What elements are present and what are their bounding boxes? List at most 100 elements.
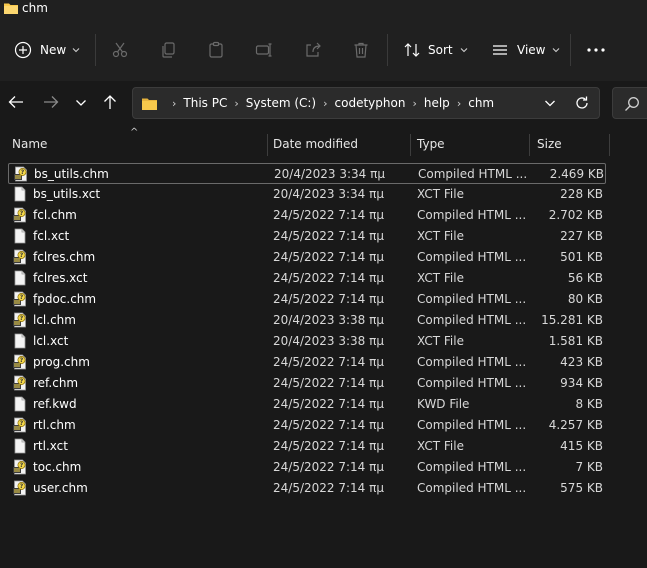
column-header-name[interactable]: Name [8,129,268,159]
file-row[interactable]: ? user.chm 24/5/2022 7:14 πμ Compiled HTML … [8,478,606,499]
file-name: fpdoc.chm [33,292,97,306]
rename-button[interactable] [255,38,273,62]
chevron-right-icon: › [412,96,417,110]
file-row[interactable]: lcl.xct 20/4/2023 3:38 πμ XCT File 1.581 KB [8,331,606,352]
file-row[interactable]: fcl.xct 24/5/2022 7:14 πμ XCT File 227 KB [8,226,606,247]
file-type: XCT File [417,187,464,201]
column-header-size[interactable]: Size [533,129,609,159]
recent-locations-button[interactable] [71,93,91,113]
file-date-modified: 20/4/2023 3:38 πμ [273,313,384,327]
file-size: 575 KB [560,481,603,495]
file-size: 15.281 KB [541,313,603,327]
file-size: 7 KB [575,460,603,474]
column-divider[interactable] [529,134,530,156]
file-row[interactable]: rtl.xct 24/5/2022 7:14 πμ XCT File 415 KB [8,436,606,457]
chm-file-icon: ? [12,312,28,328]
toolbar-separator [570,34,571,66]
svg-text:?: ? [20,315,24,322]
column-divider[interactable] [609,134,610,156]
file-row[interactable]: ? fclres.chm 24/5/2022 7:14 πμ Compiled HTM… [8,247,606,268]
cut-button[interactable] [111,38,129,62]
up-button[interactable] [100,93,120,113]
file-date-modified: 24/5/2022 7:14 πμ [273,271,384,285]
breadcrumb-chm[interactable]: chm [468,96,494,110]
new-button[interactable]: New [14,38,80,62]
svg-text:?: ? [20,294,24,301]
chm-file-icon: ? [12,207,28,223]
clipboard-icon [207,41,225,59]
file-type: Compiled HTML ... [417,418,527,432]
file-row[interactable]: ? rtl.chm 24/5/2022 7:14 πμ Compiled HTML .… [8,415,606,436]
file-row[interactable]: ? fpdoc.chm 24/5/2022 7:14 πμ Compiled HTML… [8,289,606,310]
search-box[interactable] [612,87,647,119]
chm-file-icon: ? [12,354,28,370]
svg-text:?: ? [20,357,24,364]
generic-file-icon [12,396,28,412]
file-date-modified: 20/4/2023 3:34 πμ [274,167,385,181]
file-type: Compiled HTML ... [417,481,527,495]
generic-file-icon [12,270,28,286]
back-button[interactable] [6,93,26,113]
file-name: lcl.xct [33,334,69,348]
forward-button[interactable] [41,93,61,113]
file-name: prog.chm [33,355,90,369]
breadcrumb-this-pc[interactable]: This PC [183,96,227,110]
file-name: ref.chm [33,376,79,390]
share-button[interactable] [304,38,322,62]
view-button[interactable]: View [491,38,560,62]
file-type: Compiled HTML ... [417,376,527,390]
file-type: XCT File [417,334,464,348]
refresh-icon[interactable] [573,94,591,115]
window-title: chm [22,1,48,15]
file-row[interactable]: ? prog.chm 24/5/2022 7:14 πμ Compiled HTML … [8,352,606,373]
trash-icon [352,41,370,59]
chevron-down-icon [552,47,560,53]
file-row[interactable]: ? toc.chm 24/5/2022 7:14 πμ Compiled HTML .… [8,457,606,478]
file-row[interactable]: ? ref.chm 24/5/2022 7:14 πμ Compiled HTML .… [8,373,606,394]
breadcrumb-codetyphon[interactable]: codetyphon [335,96,406,110]
folder-icon [3,1,19,18]
column-divider[interactable] [267,134,268,156]
sort-button[interactable]: Sort [403,38,468,62]
address-bar[interactable]: › This PC › System (C:) › codetyphon › h… [132,87,600,119]
copy-button[interactable] [160,38,178,62]
file-type: XCT File [417,229,464,243]
more-dots-icon [586,47,606,53]
file-size: 4.257 KB [548,418,603,432]
file-size: 56 KB [567,271,603,285]
new-button-label: New [40,43,67,57]
column-header-date[interactable]: Date modified [269,129,411,159]
column-divider[interactable] [410,134,411,156]
address-history-dropdown[interactable] [541,94,559,115]
file-row[interactable]: fclres.xct 24/5/2022 7:14 πμ XCT File 56 KB [8,268,606,289]
file-size: 1.581 KB [548,334,603,348]
file-date-modified: 24/5/2022 7:14 πμ [273,439,384,453]
file-type: XCT File [417,439,464,453]
generic-file-icon [12,333,28,349]
file-row[interactable]: bs_utils.xct 20/4/2023 3:34 πμ XCT File 228… [8,184,606,205]
file-row[interactable]: ? bs_utils.chm 20/4/2023 3:34 πμ Compiled H… [8,163,606,184]
file-date-modified: 24/5/2022 7:14 πμ [273,418,384,432]
breadcrumb-system-drive[interactable]: System (C:) [246,96,316,110]
scissors-icon [111,41,129,59]
delete-button[interactable] [352,38,370,62]
view-button-label: View [517,43,546,57]
paste-button[interactable] [207,38,225,62]
sort-icon [403,41,421,59]
file-size: 2.469 KB [549,167,604,181]
column-header-row: ^ Name Date modified Type Size [0,127,647,159]
chm-file-icon: ? [12,417,28,433]
file-row[interactable]: ? fcl.chm 24/5/2022 7:14 πμ Compiled HTML .… [8,205,606,226]
folder-icon [141,97,158,114]
title-bar: chm [0,0,647,18]
more-options-button[interactable] [586,38,606,62]
file-type: Compiled HTML ... [417,313,527,327]
address-row: › This PC › System (C:) › codetyphon › h… [0,81,647,125]
file-row[interactable]: ref.kwd 24/5/2022 7:14 πμ KWD File 8 KB [8,394,606,415]
file-date-modified: 24/5/2022 7:14 πμ [273,376,384,390]
file-type: Compiled HTML ... [417,355,527,369]
file-name: fcl.xct [33,229,70,243]
breadcrumb-help[interactable]: help [424,96,450,110]
column-header-type[interactable]: Type [413,129,529,159]
file-row[interactable]: ? lcl.chm 20/4/2023 3:38 πμ Compiled HTML .… [8,310,606,331]
